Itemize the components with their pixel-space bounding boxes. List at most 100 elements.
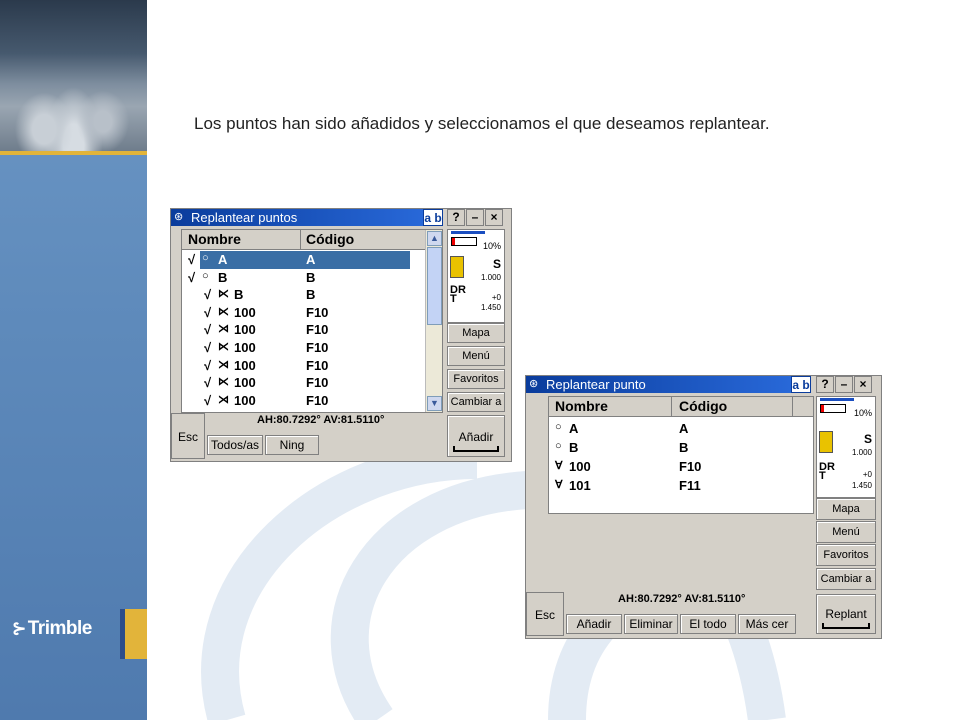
switch-to-button[interactable]: Cambiar a (447, 392, 505, 412)
point-code: F10 (306, 357, 329, 373)
station-mode: S (863, 432, 872, 446)
status-panel: 10% S 1.000 DR T +0 1.450 (447, 229, 505, 323)
point-type-icon: ⋊ (218, 358, 229, 371)
menu-button[interactable]: Menú (447, 346, 505, 366)
input-mode-button[interactable]: a b (791, 376, 811, 393)
delete-button[interactable]: Eliminar (624, 614, 678, 634)
window-title: Replantear puntos (191, 210, 298, 225)
side-panel: 10% S 1.000 DR T +0 1.450 Mapa Menú Favor… (816, 396, 876, 592)
list-item[interactable]: ∀ 100 F10 (549, 458, 813, 476)
check-mark-icon[interactable]: √ (204, 305, 211, 320)
window-title-bar: ⊛ Replantear punto (526, 376, 791, 393)
column-header-name[interactable]: Nombre (188, 231, 241, 247)
help-button[interactable]: ? (447, 209, 465, 226)
menu-button[interactable]: Menú (816, 521, 876, 543)
list-item[interactable]: √ ⋉ 100 F10 (182, 339, 442, 357)
point-type-icon: ⋊ (218, 323, 229, 336)
point-name: 100 (234, 375, 256, 391)
point-type-icon: ⋉ (218, 305, 229, 318)
landscape-photo (0, 0, 147, 152)
point-type-icon: ⋊ (218, 393, 229, 406)
window-title-bar: ⊛ Replantear puntos (171, 209, 423, 226)
check-mark-icon[interactable]: √ (204, 393, 211, 408)
list-item[interactable]: √ ⋉ 100 F10 (182, 304, 442, 322)
battery-icon (451, 237, 477, 246)
map-button[interactable]: Mapa (447, 323, 505, 343)
check-mark-icon[interactable]: √ (204, 287, 211, 302)
point-type-icon: ⋉ (218, 341, 229, 353)
scroll-up-icon[interactable]: ▲ (427, 231, 442, 246)
list-item[interactable]: ○ A A (549, 420, 813, 438)
list-item[interactable]: √ ⋉ B B (182, 286, 442, 304)
station-mode: S (492, 257, 501, 271)
minimize-button[interactable]: – (466, 209, 484, 226)
points-list[interactable]: Nombre Código ○ A A ○ B B ∀ 100 F10 ∀ 101 F11 (548, 396, 814, 514)
check-mark-icon[interactable]: √ (204, 375, 211, 390)
window-title: Replantear punto (546, 377, 646, 392)
status-panel: 10% S 1.000 DR T +0 1.450 (816, 396, 876, 498)
total-station-icon (819, 431, 833, 453)
favorites-button[interactable]: Favoritos (447, 369, 505, 389)
point-name: B (234, 287, 244, 303)
list-item[interactable]: ○ B B (549, 439, 813, 457)
list-item[interactable]: ∀ 101 F11 (549, 477, 813, 495)
input-mode-button[interactable]: a b (423, 209, 443, 226)
point-code: F10 (306, 392, 329, 408)
list-item[interactable]: √ ⋊ 100 F10 (182, 392, 442, 410)
trimble-logo-text: Trimble (27, 618, 93, 639)
check-mark-icon[interactable]: √ (204, 340, 211, 355)
cable-icon (820, 398, 854, 401)
battery-level: 10% (482, 241, 501, 251)
list-item[interactable]: √ ⋊ 100 F10 (182, 357, 442, 375)
esc-button[interactable]: Esc (171, 413, 205, 459)
help-button[interactable]: ? (816, 376, 834, 393)
point-name: 100 (234, 304, 256, 320)
esc-button[interactable]: Esc (526, 592, 564, 636)
column-header-code[interactable]: Código (679, 398, 727, 414)
add-point-button[interactable]: Añadir (566, 614, 622, 634)
column-header-code[interactable]: Código (306, 231, 354, 247)
list-item[interactable]: √ ⋉ 100 F10 (182, 374, 442, 392)
check-mark-icon[interactable]: √ (204, 322, 211, 337)
select-none-button[interactable]: Ning (265, 435, 319, 455)
scroll-down-icon[interactable]: ▼ (427, 396, 442, 411)
check-mark-icon[interactable]: √ (204, 358, 211, 373)
prism-offset: +0 (491, 293, 501, 302)
point-name: 100 (569, 459, 591, 474)
points-list[interactable]: Nombre Código √ ○ A A √ ○ B B √ ⋉ B B √ ⋉ 100 F10 √ ⋊ 100 F… (181, 229, 443, 413)
slide-caption: Los puntos han sido añadidos y seleccion… (194, 114, 770, 133)
close-button[interactable]: × (485, 209, 503, 226)
point-type-icon: ○ (555, 440, 562, 452)
check-mark-icon[interactable]: √ (188, 252, 195, 267)
switch-to-button[interactable]: Cambiar a (816, 568, 876, 590)
dr-target-indicator: DR T (450, 285, 466, 305)
point-type-icon: ○ (555, 421, 562, 433)
favorites-button[interactable]: Favoritos (816, 544, 876, 566)
list-item[interactable]: √ ⋊ 100 F10 (182, 321, 442, 339)
select-all-button[interactable]: Todos/as (207, 435, 263, 455)
map-button[interactable]: Mapa (816, 498, 876, 520)
nearest-button[interactable]: Más cer (738, 614, 796, 634)
column-header-name[interactable]: Nombre (555, 398, 608, 414)
scroll-thumb[interactable] (427, 247, 442, 325)
list-item[interactable]: √ ○ B B (182, 269, 442, 287)
stakeout-button-label: Replant (825, 607, 867, 621)
point-name: 100 (234, 392, 256, 408)
delete-all-button[interactable]: El todo (680, 614, 736, 634)
angle-readout: AH:80.7292° AV:81.5110° (618, 593, 746, 605)
check-mark-icon[interactable]: √ (188, 270, 195, 285)
point-code: A (306, 252, 316, 267)
point-type-icon: ⋉ (218, 288, 229, 301)
list-item[interactable]: √ ○ A A (182, 251, 442, 269)
trimble-logo-mark-icon: ⊱ (12, 619, 26, 638)
stakeout-button[interactable]: Replant (816, 594, 876, 634)
add-button[interactable]: Añadir (447, 415, 505, 457)
point-name: 100 (234, 357, 256, 373)
trimble-logo: ⊱ Trimble (12, 618, 92, 640)
close-button[interactable]: × (854, 376, 872, 393)
point-type-icon: ∀ (555, 479, 563, 491)
target-height: 1.450 (851, 481, 872, 490)
list-scrollbar[interactable]: ▲ ▼ (425, 230, 442, 412)
minimize-button[interactable]: – (835, 376, 853, 393)
point-code: F10 (306, 375, 329, 391)
